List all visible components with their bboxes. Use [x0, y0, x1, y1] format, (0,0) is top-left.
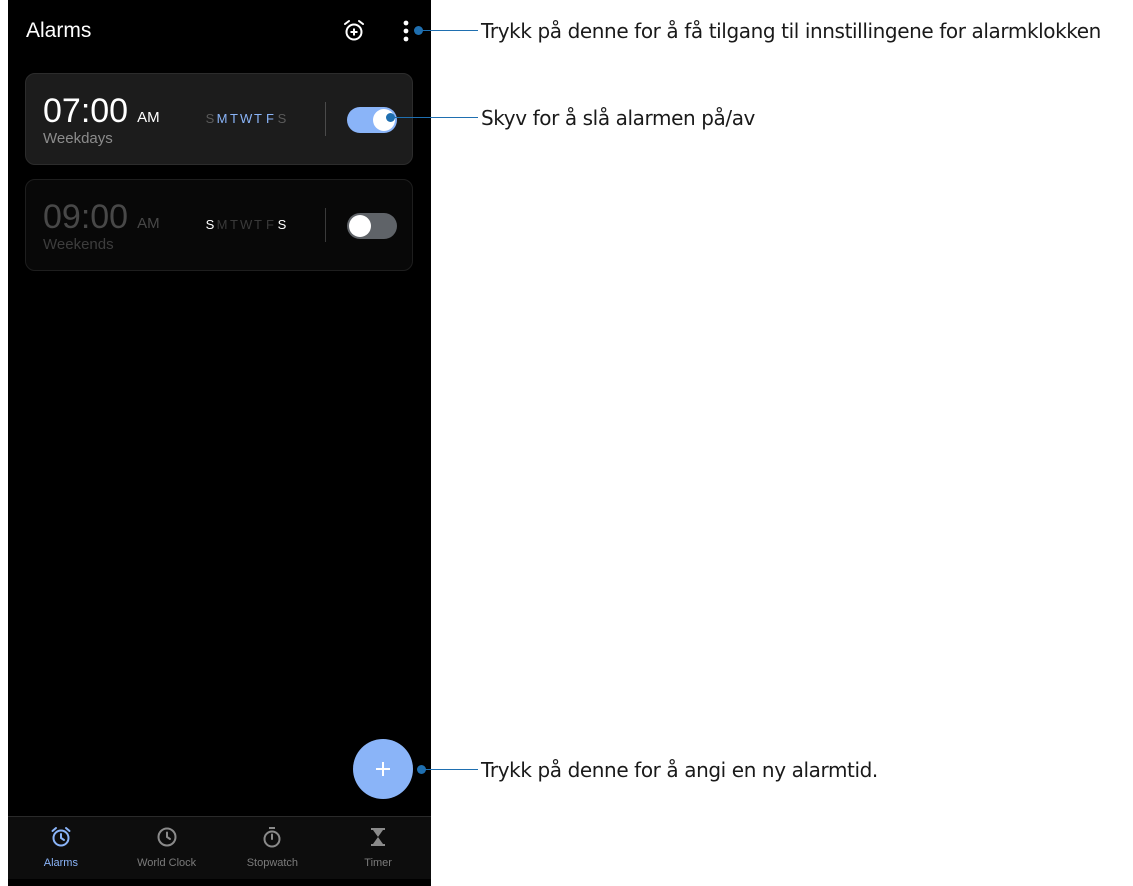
- add-alarm-button[interactable]: [353, 739, 413, 799]
- app-header: Alarms: [8, 0, 431, 62]
- alarm-toggle[interactable]: [347, 213, 397, 239]
- nav-item-alarms[interactable]: Alarms: [8, 817, 114, 879]
- divider: [325, 102, 326, 136]
- page-title: Alarms: [26, 19, 92, 42]
- day-thursday: T: [254, 217, 262, 232]
- alarm-time-row: 09:00 AM: [43, 198, 160, 236]
- callout-line-toggle: [392, 117, 478, 118]
- day-tuesday: T: [230, 217, 238, 232]
- callout-text-add: Trykk på denne for å angi en ny alarmtid…: [481, 758, 878, 782]
- day-monday: M: [216, 217, 228, 232]
- alarm-time: 09:00: [43, 198, 129, 236]
- bedtime-alarm-icon[interactable]: [342, 19, 366, 43]
- alarm-card-0700[interactable]: 07:00 AM Weekdays S M T W T F S: [25, 73, 413, 165]
- day-saturday: S: [277, 111, 287, 126]
- day-monday: M: [216, 111, 228, 126]
- alarm-time-row: 07:00 AM: [43, 92, 160, 130]
- day-friday: F: [266, 217, 274, 232]
- alarm-days: S M T W T F S: [204, 111, 288, 126]
- stopwatch-icon: [263, 827, 281, 848]
- day-tuesday: T: [230, 111, 238, 126]
- callout-line-add: [423, 769, 478, 770]
- bottom-nav: Alarms World Clock Stopwatch Timer: [8, 816, 431, 879]
- phone-screen: Alarms 07:00 AM Weekdays S M T W T F S 0…: [8, 0, 431, 886]
- nav-item-stopwatch[interactable]: Stopwatch: [220, 817, 326, 879]
- alarm-ampm: AM: [137, 109, 160, 126]
- toggle-knob: [349, 215, 371, 237]
- nav-label: Timer: [364, 857, 392, 869]
- day-sunday: S: [205, 111, 215, 126]
- callout-text-toggle: Skyv for å slå alarmen på/av: [481, 106, 755, 130]
- alarm-time: 07:00: [43, 92, 129, 130]
- callout-text-settings: Trykk på denne for å få tilgang til inns…: [481, 19, 1101, 43]
- nav-item-timer[interactable]: Timer: [325, 817, 431, 879]
- day-saturday: S: [277, 217, 287, 232]
- hourglass-icon: [371, 828, 386, 846]
- divider: [325, 208, 326, 242]
- alarm-label: Weekdays: [43, 130, 113, 147]
- plus-icon: [376, 762, 390, 776]
- alarm-label: Weekends: [43, 236, 114, 253]
- nav-label: Alarms: [43, 857, 78, 869]
- day-wednesday: W: [240, 111, 253, 126]
- nav-label: World Clock: [137, 857, 197, 869]
- day-wednesday: W: [240, 217, 253, 232]
- alarm-days: S M T W T F S: [204, 217, 288, 232]
- callout-line-settings: [420, 30, 478, 31]
- alarm-ampm: AM: [137, 215, 160, 232]
- clock-icon: [157, 827, 177, 847]
- day-sunday: S: [205, 217, 215, 232]
- nav-item-world-clock[interactable]: World Clock: [114, 817, 220, 879]
- alarm-clock-icon: [51, 827, 71, 847]
- nav-label: Stopwatch: [246, 857, 299, 869]
- day-friday: F: [266, 111, 274, 126]
- day-thursday: T: [254, 111, 262, 126]
- alarm-card-0900[interactable]: 09:00 AM Weekends S M T W T F S: [25, 179, 413, 271]
